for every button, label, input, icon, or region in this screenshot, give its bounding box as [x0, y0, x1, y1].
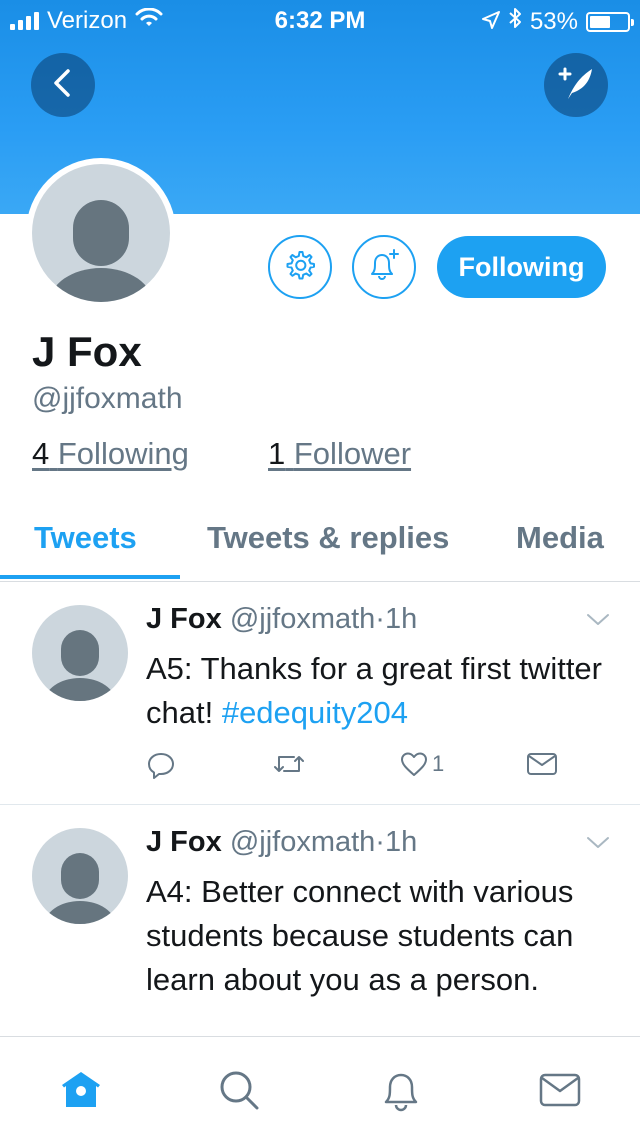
- tweet-author-name[interactable]: J Fox: [146, 826, 222, 858]
- followers-label: Follower: [293, 436, 412, 471]
- envelope-icon: [527, 753, 557, 775]
- back-button[interactable]: [31, 53, 95, 117]
- settings-button[interactable]: [268, 235, 332, 299]
- status-bar: Verizon 6:32 PM 53%: [0, 0, 640, 40]
- default-avatar-icon: [49, 200, 153, 302]
- bluetooth-icon: [508, 7, 522, 36]
- following-stat-link[interactable]: 4 Following: [32, 436, 189, 472]
- default-avatar-icon: [44, 630, 116, 701]
- profile-name: J Fox: [32, 328, 142, 375]
- battery-percent: 53%: [529, 7, 578, 35]
- compose-feather-icon: [556, 63, 596, 108]
- tweet-text: A4: Better connect with various students…: [146, 874, 574, 997]
- envelope-icon: [539, 1073, 581, 1107]
- tab-media[interactable]: Media: [516, 520, 604, 556]
- tweet-separator: ·: [375, 603, 385, 635]
- heart-icon: [401, 752, 427, 776]
- tweet-item[interactable]: J Fox @jjfoxmath·1h A4: Better connect w…: [0, 806, 640, 1036]
- nav-messages[interactable]: [537, 1067, 583, 1113]
- tweet-header: J Fox @jjfoxmath·1h: [146, 603, 417, 636]
- like-count: 1: [432, 751, 445, 776]
- tweet-hashtag-link[interactable]: #edequity204: [222, 695, 408, 730]
- tab-tweets[interactable]: Tweets: [34, 520, 137, 556]
- followers-stat-link[interactable]: 1 Follower: [268, 436, 411, 472]
- profile-avatar[interactable]: [26, 158, 176, 308]
- notifications-toggle-button[interactable]: [352, 235, 416, 299]
- tweet-time: 1h: [384, 603, 418, 635]
- search-icon: [220, 1071, 259, 1110]
- chevron-down-icon[interactable]: [586, 836, 610, 855]
- tweet-actions: 1: [146, 751, 586, 791]
- tweet-time: 1h: [384, 826, 418, 858]
- location-arrow-icon: [481, 8, 500, 36]
- tweet-avatar[interactable]: [32, 828, 128, 924]
- chevron-left-icon: [51, 68, 75, 103]
- tweet-separator: ·: [375, 826, 385, 858]
- tweet-avatar[interactable]: [32, 605, 128, 701]
- home-icon: [62, 1072, 100, 1107]
- battery-icon: [586, 11, 634, 32]
- tweet-header: J Fox @jjfoxmath·1h: [146, 826, 417, 859]
- tweet-author-handle: @jjfoxmath: [229, 603, 376, 635]
- following-count: 4: [32, 436, 50, 471]
- bell-icon: [384, 1073, 418, 1112]
- tweet-text: A5: Thanks for a great first twitter cha…: [146, 647, 616, 735]
- default-avatar-icon: [44, 853, 116, 924]
- profile-tabs: Tweets Tweets & replies Media: [0, 498, 640, 582]
- tab-tweets-and-replies[interactable]: Tweets & replies: [207, 520, 449, 556]
- reply-button[interactable]: [146, 751, 176, 781]
- nav-search[interactable]: [216, 1067, 262, 1113]
- chevron-down-icon[interactable]: [586, 613, 610, 632]
- retweet-icon: [274, 756, 304, 772]
- nav-home[interactable]: [58, 1067, 104, 1113]
- following-label: Following: [57, 436, 189, 471]
- tweet-item[interactable]: J Fox @jjfoxmath·1h A5: Thanks for a gre…: [0, 583, 640, 805]
- active-tab-indicator: [0, 575, 180, 579]
- following-button[interactable]: Following: [437, 236, 606, 298]
- profile-handle: @jjfoxmath: [32, 382, 183, 415]
- bell-plus-icon: [367, 248, 401, 287]
- reply-icon: [148, 753, 174, 779]
- compose-tweet-button[interactable]: [544, 53, 608, 117]
- gear-icon: [284, 249, 316, 286]
- nav-notifications[interactable]: [378, 1067, 424, 1113]
- share-via-dm-button[interactable]: [526, 751, 558, 777]
- tweet-author-name[interactable]: J Fox: [146, 603, 222, 635]
- tweet-author-handle: @jjfoxmath: [229, 826, 376, 858]
- like-button[interactable]: 1: [400, 751, 444, 777]
- retweet-button[interactable]: [272, 751, 306, 777]
- followers-count: 1: [268, 436, 286, 471]
- bottom-tab-bar: [0, 1036, 640, 1136]
